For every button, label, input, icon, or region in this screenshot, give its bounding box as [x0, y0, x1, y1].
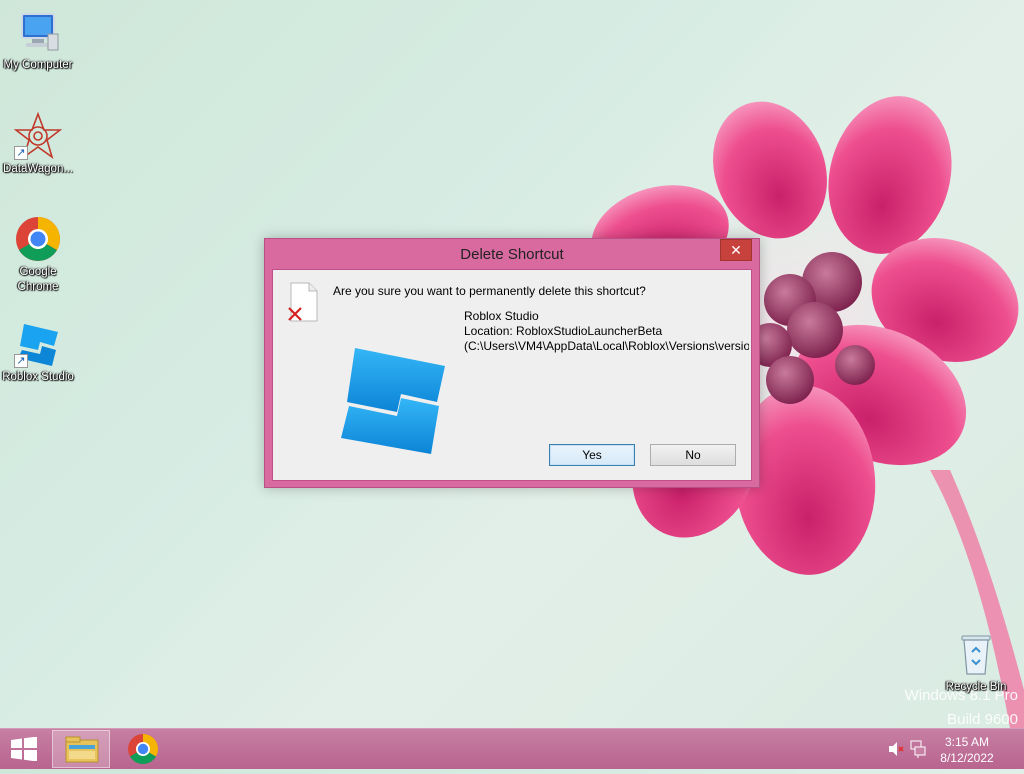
start-button[interactable] [10, 736, 38, 762]
delete-shortcut-dialog: Delete Shortcut ✕ Are you sure you want … [264, 238, 760, 488]
recycle-bin-icon [952, 630, 1000, 678]
roblox-studio-logo-icon [335, 340, 455, 460]
desktop-icon-roblox-studio[interactable]: ↗ Roblox Studio [0, 320, 76, 385]
dialog-question: Are you sure you want to permanently del… [333, 284, 646, 298]
shortcut-arrow-icon: ↗ [14, 354, 28, 368]
dialog-title: Delete Shortcut [460, 246, 564, 263]
desktop-icon-label: My Computer [3, 59, 73, 71]
taskbar-clock[interactable]: 3:15 AM 8/12/2022 [932, 734, 1002, 766]
taskbar-chrome[interactable] [114, 730, 172, 768]
chrome-icon [14, 215, 62, 263]
windows-logo-icon [11, 736, 37, 762]
shortcut-location: Location: RobloxStudioLauncherBeta [464, 324, 663, 338]
shortcut-arrow-icon: ↗ [14, 146, 28, 160]
folder-icon [65, 736, 99, 763]
computer-icon [14, 8, 62, 56]
taskbar: 3:15 AM 8/12/2022 [0, 728, 1024, 769]
chrome-icon [128, 734, 159, 765]
desktop-icon-datawagon[interactable]: ↗ DataWagon... [0, 111, 76, 177]
shortcut-path: (C:\Users\VM4\AppData\Local\Roblox\Versi… [464, 339, 749, 353]
desktop-icon-label: Google Chrome [17, 266, 59, 293]
system-tray: 3:15 AM 8/12/2022 [884, 729, 1024, 769]
roblox-studio-icon: ↗ [14, 320, 62, 368]
desktop-icon-label: Recycle Bin [945, 681, 1007, 693]
clock-time: 3:15 AM [944, 735, 990, 749]
volume-muted-icon[interactable] [888, 741, 904, 762]
desktop-icon-label: Roblox Studio [2, 371, 74, 383]
yes-button[interactable]: Yes [549, 444, 635, 466]
dialog-body: Are you sure you want to permanently del… [272, 269, 752, 481]
shortcut-name: Roblox Studio [464, 309, 539, 323]
taskbar-file-explorer[interactable] [52, 730, 110, 768]
network-icon[interactable] [910, 740, 926, 763]
shortcut-info: Roblox Studio Location: RobloxStudioLaun… [464, 309, 749, 354]
clock-date: 8/12/2022 [940, 751, 994, 765]
desktop-icon-my-computer[interactable]: My Computer [0, 8, 76, 73]
desktop-icon-label: DataWagon... [3, 163, 73, 175]
delete-file-icon [287, 282, 321, 322]
desktop-icon-google-chrome[interactable]: Google Chrome [0, 215, 76, 295]
no-button[interactable]: No [650, 444, 736, 466]
datawagon-icon: ↗ [13, 111, 63, 160]
desktop-icon-recycle-bin[interactable]: Recycle Bin [936, 630, 1016, 695]
dialog-close-button[interactable]: ✕ [720, 239, 752, 261]
